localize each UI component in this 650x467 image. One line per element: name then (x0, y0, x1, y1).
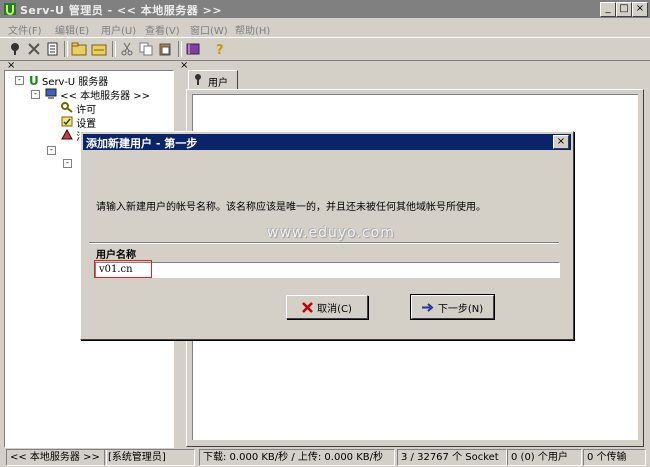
menu-help[interactable]: 帮助(H) (235, 22, 270, 37)
dialog-title: 添加新建用户 - 第一步 (86, 137, 198, 150)
status-sockets: 3 / 32767 个 Socket (397, 449, 507, 466)
arrow-right-icon (421, 302, 434, 312)
status-server: << 本地服务器 >> (6, 449, 107, 466)
expand-collapse-icon[interactable]: - (15, 76, 24, 85)
menu-view[interactable]: 查看(V) (145, 22, 180, 37)
menu-user[interactable]: 用户(U) (101, 22, 136, 37)
status-users: 0 (0) 个用户 (507, 449, 582, 466)
tab-users-label: 用户 (208, 78, 228, 89)
dialog-instruction: 请输入新建用户的帐号名称。该名称应该是唯一的，并且还未被任何其他域帐号所使用。 (96, 202, 486, 213)
paste-icon[interactable] (156, 40, 174, 58)
status-transfers: 0 个传输 (583, 449, 646, 466)
expand-collapse-icon[interactable]: - (63, 159, 72, 168)
serv-u-app-icon (4, 3, 16, 15)
dialog-divider (89, 242, 559, 244)
users-icon (192, 73, 204, 88)
window-title: Serv-U 管理员 - << 本地服务器 >> (20, 4, 223, 17)
minimize-button[interactable]: _ (600, 2, 616, 17)
tab-users[interactable]: 用户 (188, 70, 238, 89)
folder-up-icon[interactable] (70, 40, 88, 58)
help-icon[interactable]: ? (211, 40, 229, 58)
connect-icon[interactable] (6, 40, 24, 58)
username-input[interactable]: v01.cn (95, 262, 560, 278)
status-transfer-rate: 下载: 0.000 KB/秒 / 上传: 0.000 KB/秒 (199, 449, 395, 466)
activity-icon (61, 128, 76, 143)
tree-node-license[interactable]: 许可 (61, 101, 96, 116)
status-role: [系统管理员] (104, 449, 195, 466)
add-user-dialog: 添加新建用户 - 第一步 × 请输入新建用户的帐号名称。该名称应该是唯一的，并且… (80, 131, 574, 340)
cut-icon[interactable] (118, 40, 136, 58)
open-folder-icon[interactable] (90, 40, 108, 58)
toolbar-separator (64, 41, 68, 57)
copy-icon[interactable] (137, 40, 155, 58)
tree-node-serv-u-servers[interactable]: U Serv-U 服务器 (29, 73, 108, 88)
book-icon[interactable] (184, 40, 202, 58)
properties-icon[interactable] (44, 40, 62, 58)
cancel-button[interactable]: 取消(C) (286, 295, 368, 319)
toolbar-separator (178, 41, 182, 57)
status-bar: << 本地服务器 >> [系统管理员] 下载: 0.000 KB/秒 / 上传:… (0, 447, 650, 467)
expand-collapse-icon[interactable]: - (47, 146, 56, 155)
delete-icon[interactable] (25, 40, 43, 58)
toolbar-separator (112, 41, 116, 57)
server-computer-icon (45, 88, 60, 102)
menu-window[interactable]: 窗口(W) (190, 22, 228, 37)
cancel-x-icon (302, 301, 313, 313)
tree-node-local-server[interactable]: << 本地服务器 >> (45, 87, 150, 102)
menu-file[interactable]: 文件(F) (8, 22, 42, 37)
close-button[interactable]: × (632, 2, 648, 17)
watermark: www.eduyo.com (267, 225, 395, 241)
window-title-bar[interactable]: Serv-U 管理员 - << 本地服务器 >> _ □ × (0, 0, 650, 18)
svg-text:?: ? (216, 43, 224, 56)
expand-collapse-icon[interactable]: - (31, 90, 40, 99)
menu-edit[interactable]: 编辑(E) (55, 22, 89, 37)
dialog-title-bar[interactable]: 添加新建用户 - 第一步 × (83, 134, 571, 150)
serv-u-icon: U (29, 74, 39, 88)
toolbar: ? (0, 37, 650, 61)
maximize-button[interactable]: □ (616, 2, 632, 17)
menu-bar: 文件(F) 编辑(E) 用户(U) 查看(V) 窗口(W) 帮助(H) (0, 19, 650, 37)
dialog-close-button[interactable]: × (553, 135, 569, 149)
next-step-button[interactable]: 下一步(N) (410, 294, 495, 320)
username-label: 用户名称 (96, 250, 136, 261)
